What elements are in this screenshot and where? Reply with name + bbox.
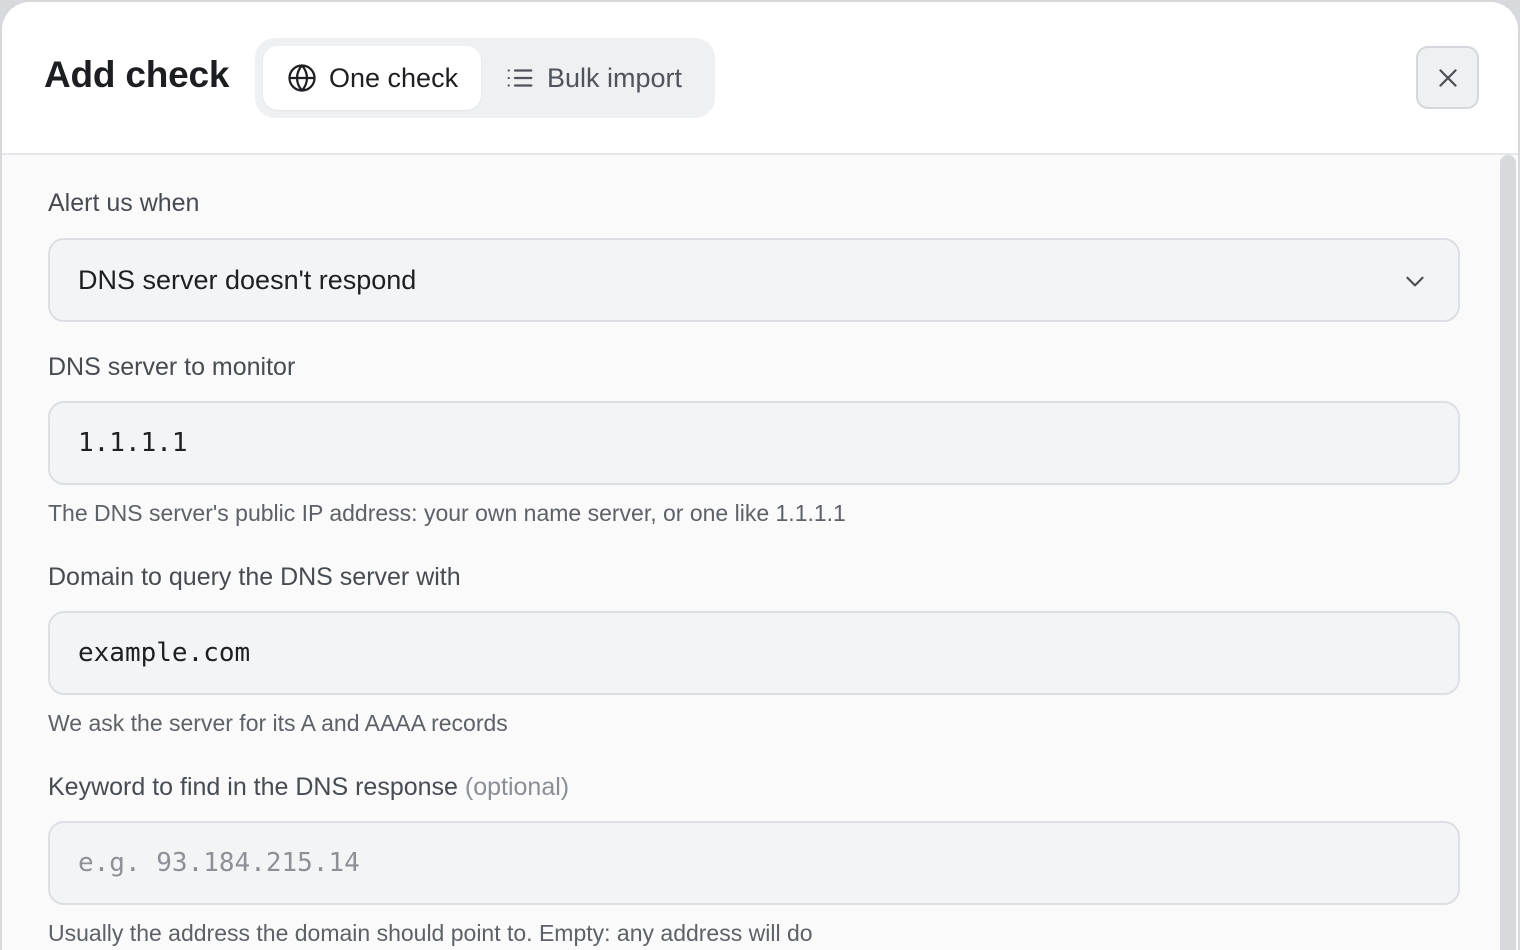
tab-bulk-import[interactable]: Bulk import [485, 46, 707, 110]
dns-server-value: 1.1.1.1 [78, 428, 188, 458]
alert-condition-select[interactable]: DNS server doesn't respond [48, 238, 1460, 322]
keyword-label-text: Keyword to find in the DNS response [48, 773, 458, 801]
list-icon [505, 63, 535, 93]
chevron-down-icon [1402, 268, 1428, 294]
domain-value: example.com [78, 638, 251, 668]
dialog-title: Add check [44, 54, 230, 95]
globe-icon [287, 63, 317, 93]
dialog-header: Add check One check Bulk import [2, 2, 1518, 155]
tab-one-check-label: One check [329, 62, 459, 93]
dialog-body: Alert us when DNS server doesn't respond… [2, 155, 1518, 950]
tab-bulk-import-label: Bulk import [547, 62, 683, 93]
domain-input[interactable]: example.com [48, 611, 1460, 695]
keyword-label: Keyword to find in the DNS response (opt… [48, 773, 569, 802]
dns-server-input[interactable]: 1.1.1.1 [48, 401, 1460, 485]
optional-tag: (optional) [464, 773, 570, 801]
keyword-help: Usually the address the domain should po… [48, 920, 813, 946]
alert-condition-value: DNS server doesn't respond [78, 264, 417, 295]
keyword-placeholder: e.g. 93.184.215.14 [78, 848, 360, 878]
close-icon [1435, 65, 1461, 91]
domain-help: We ask the server for its A and AAAA rec… [48, 710, 508, 736]
dns-server-help: The DNS server's public IP address: your… [48, 500, 846, 526]
dns-server-label: DNS server to monitor [48, 353, 296, 381]
add-check-dialog: Add check One check Bulk import Alert us… [0, 0, 1520, 950]
keyword-input[interactable]: e.g. 93.184.215.14 [48, 821, 1460, 905]
tab-one-check[interactable]: One check [263, 46, 481, 110]
alert-condition-label: Alert us when [48, 189, 200, 217]
domain-label: Domain to query the DNS server with [48, 563, 461, 591]
mode-switcher: One check Bulk import [255, 38, 715, 118]
scrollbar[interactable] [1500, 155, 1516, 950]
close-button[interactable] [1416, 46, 1479, 109]
